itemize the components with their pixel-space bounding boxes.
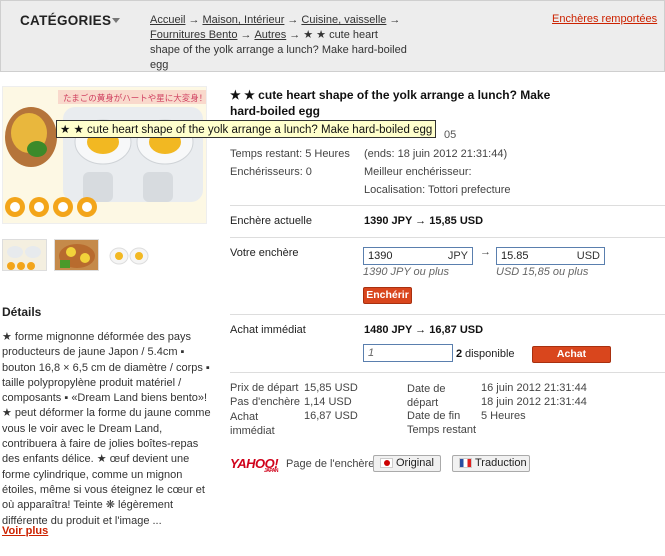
usd-hint: USD 15,85 ou plus [496, 266, 589, 278]
breadcrumb-maison[interactable]: Maison, Intérieur [202, 14, 284, 26]
buy-now-price: 1480 JPY → 16,87 USD [364, 324, 484, 336]
breadcrumb-bento[interactable]: Fournitures Bento [150, 29, 237, 41]
categories-menu[interactable]: CATÉGORIES [20, 13, 111, 28]
details-heading: Détails [2, 305, 42, 319]
jpy-unit: JPY [447, 250, 468, 262]
bidders-count: Enchérisseurs: 0 [230, 166, 312, 178]
see-more-link[interactable]: Voir plus [2, 525, 48, 537]
bid-step: 1,14 USD [304, 396, 352, 408]
bid-jpy-input[interactable]: 1390 JPY [363, 247, 473, 265]
quantity-input[interactable]: 1 [363, 344, 453, 362]
translation-button[interactable]: Traduction [452, 455, 530, 472]
yahoo-logo: YAHOO! JAPAN [230, 456, 279, 474]
arrow-icon: → [480, 246, 491, 258]
thumbnail-1[interactable] [2, 239, 47, 271]
breadcrumb-cuisine[interactable]: Cuisine, vaisselle [301, 14, 386, 26]
your-bid-label: Votre enchère [230, 247, 299, 259]
thumbnail-3[interactable] [106, 239, 151, 271]
japan-flag-icon [380, 458, 393, 468]
usd-unit: USD [576, 250, 600, 262]
end-date-text: (ends: 18 juin 2012 21:31:44) [364, 148, 508, 160]
closed-auctions-link[interactable]: Enchères remportées [552, 13, 657, 25]
available-label: disponible [465, 348, 515, 360]
end-date-label: Date de fin [407, 410, 461, 422]
divider [230, 372, 665, 373]
product-description: ★ forme mignonne déformée des pays produ… [2, 331, 211, 527]
divider [230, 314, 665, 315]
france-flag-icon [459, 458, 472, 468]
reference-partial: 05 [444, 129, 457, 141]
breadcrumb-home[interactable]: Accueil [150, 14, 185, 26]
best-bidder: Meilleur enchérisseur: [364, 166, 472, 178]
time-left: 5 Heures [481, 410, 526, 422]
buy-summary-value: 16,87 USD [304, 410, 358, 422]
title-tooltip: ★ ★ cute heart shape of the yolk arrange… [56, 120, 437, 138]
start-date: 16 juin 2012 21:31:44 [481, 382, 587, 394]
bid-button[interactable]: Enchérir [363, 287, 412, 304]
product-main-image[interactable]: たまごの黄身がハートや星に大変身！ [2, 86, 207, 224]
thumbnail-2[interactable] [54, 239, 99, 271]
divider [230, 237, 665, 238]
buy-now-label: Achat immédiat [230, 324, 306, 336]
time-left-text: Temps restant: 5 Heures [230, 148, 350, 160]
top-bar: CATÉGORIES Accueil → Maison, Intérieur → Cui… [0, 0, 665, 72]
bid-step-label: Pas d'enchère [230, 396, 300, 408]
start-price: 15,85 USD [304, 382, 358, 394]
start-date-label: Date de départ [407, 383, 446, 409]
location: Localisation: Tottori prefecture [364, 184, 511, 196]
breadcrumb-autres[interactable]: Autres [254, 29, 286, 41]
available-count: 2 [456, 348, 463, 360]
current-bid-value: 1390 JPY → 15,85 USD [364, 215, 484, 227]
current-bid-label: Enchère actuelle [230, 215, 312, 227]
divider [230, 205, 665, 206]
jpy-hint: 1390 JPY ou plus [363, 266, 450, 278]
image-caption: たまごの黄身がハートや星に大変身！ [63, 93, 207, 104]
auction-page-label: Page de l'enchère [286, 458, 375, 470]
original-button[interactable]: Original [373, 455, 441, 472]
end-date: 18 juin 2012 21:31:44 [481, 396, 587, 408]
time-left-label: Temps restant [407, 424, 477, 436]
start-price-label: Prix de départ [230, 382, 299, 394]
product-photo: たまごの黄身がハートや星に大変身！ [3, 87, 207, 223]
breadcrumb: Accueil → Maison, Intérieur → Cuisine, vaiss… [150, 14, 407, 71]
bid-usd-input[interactable]: 15.85 USD [496, 247, 605, 265]
buy-summary-label: Achat immédiat [230, 411, 275, 437]
product-title: ★ ★ cute heart shape of the yolk arrange… [230, 88, 551, 118]
buy-now-button[interactable]: Achat immédiat [532, 346, 611, 375]
chevron-down-icon[interactable] [112, 18, 120, 23]
